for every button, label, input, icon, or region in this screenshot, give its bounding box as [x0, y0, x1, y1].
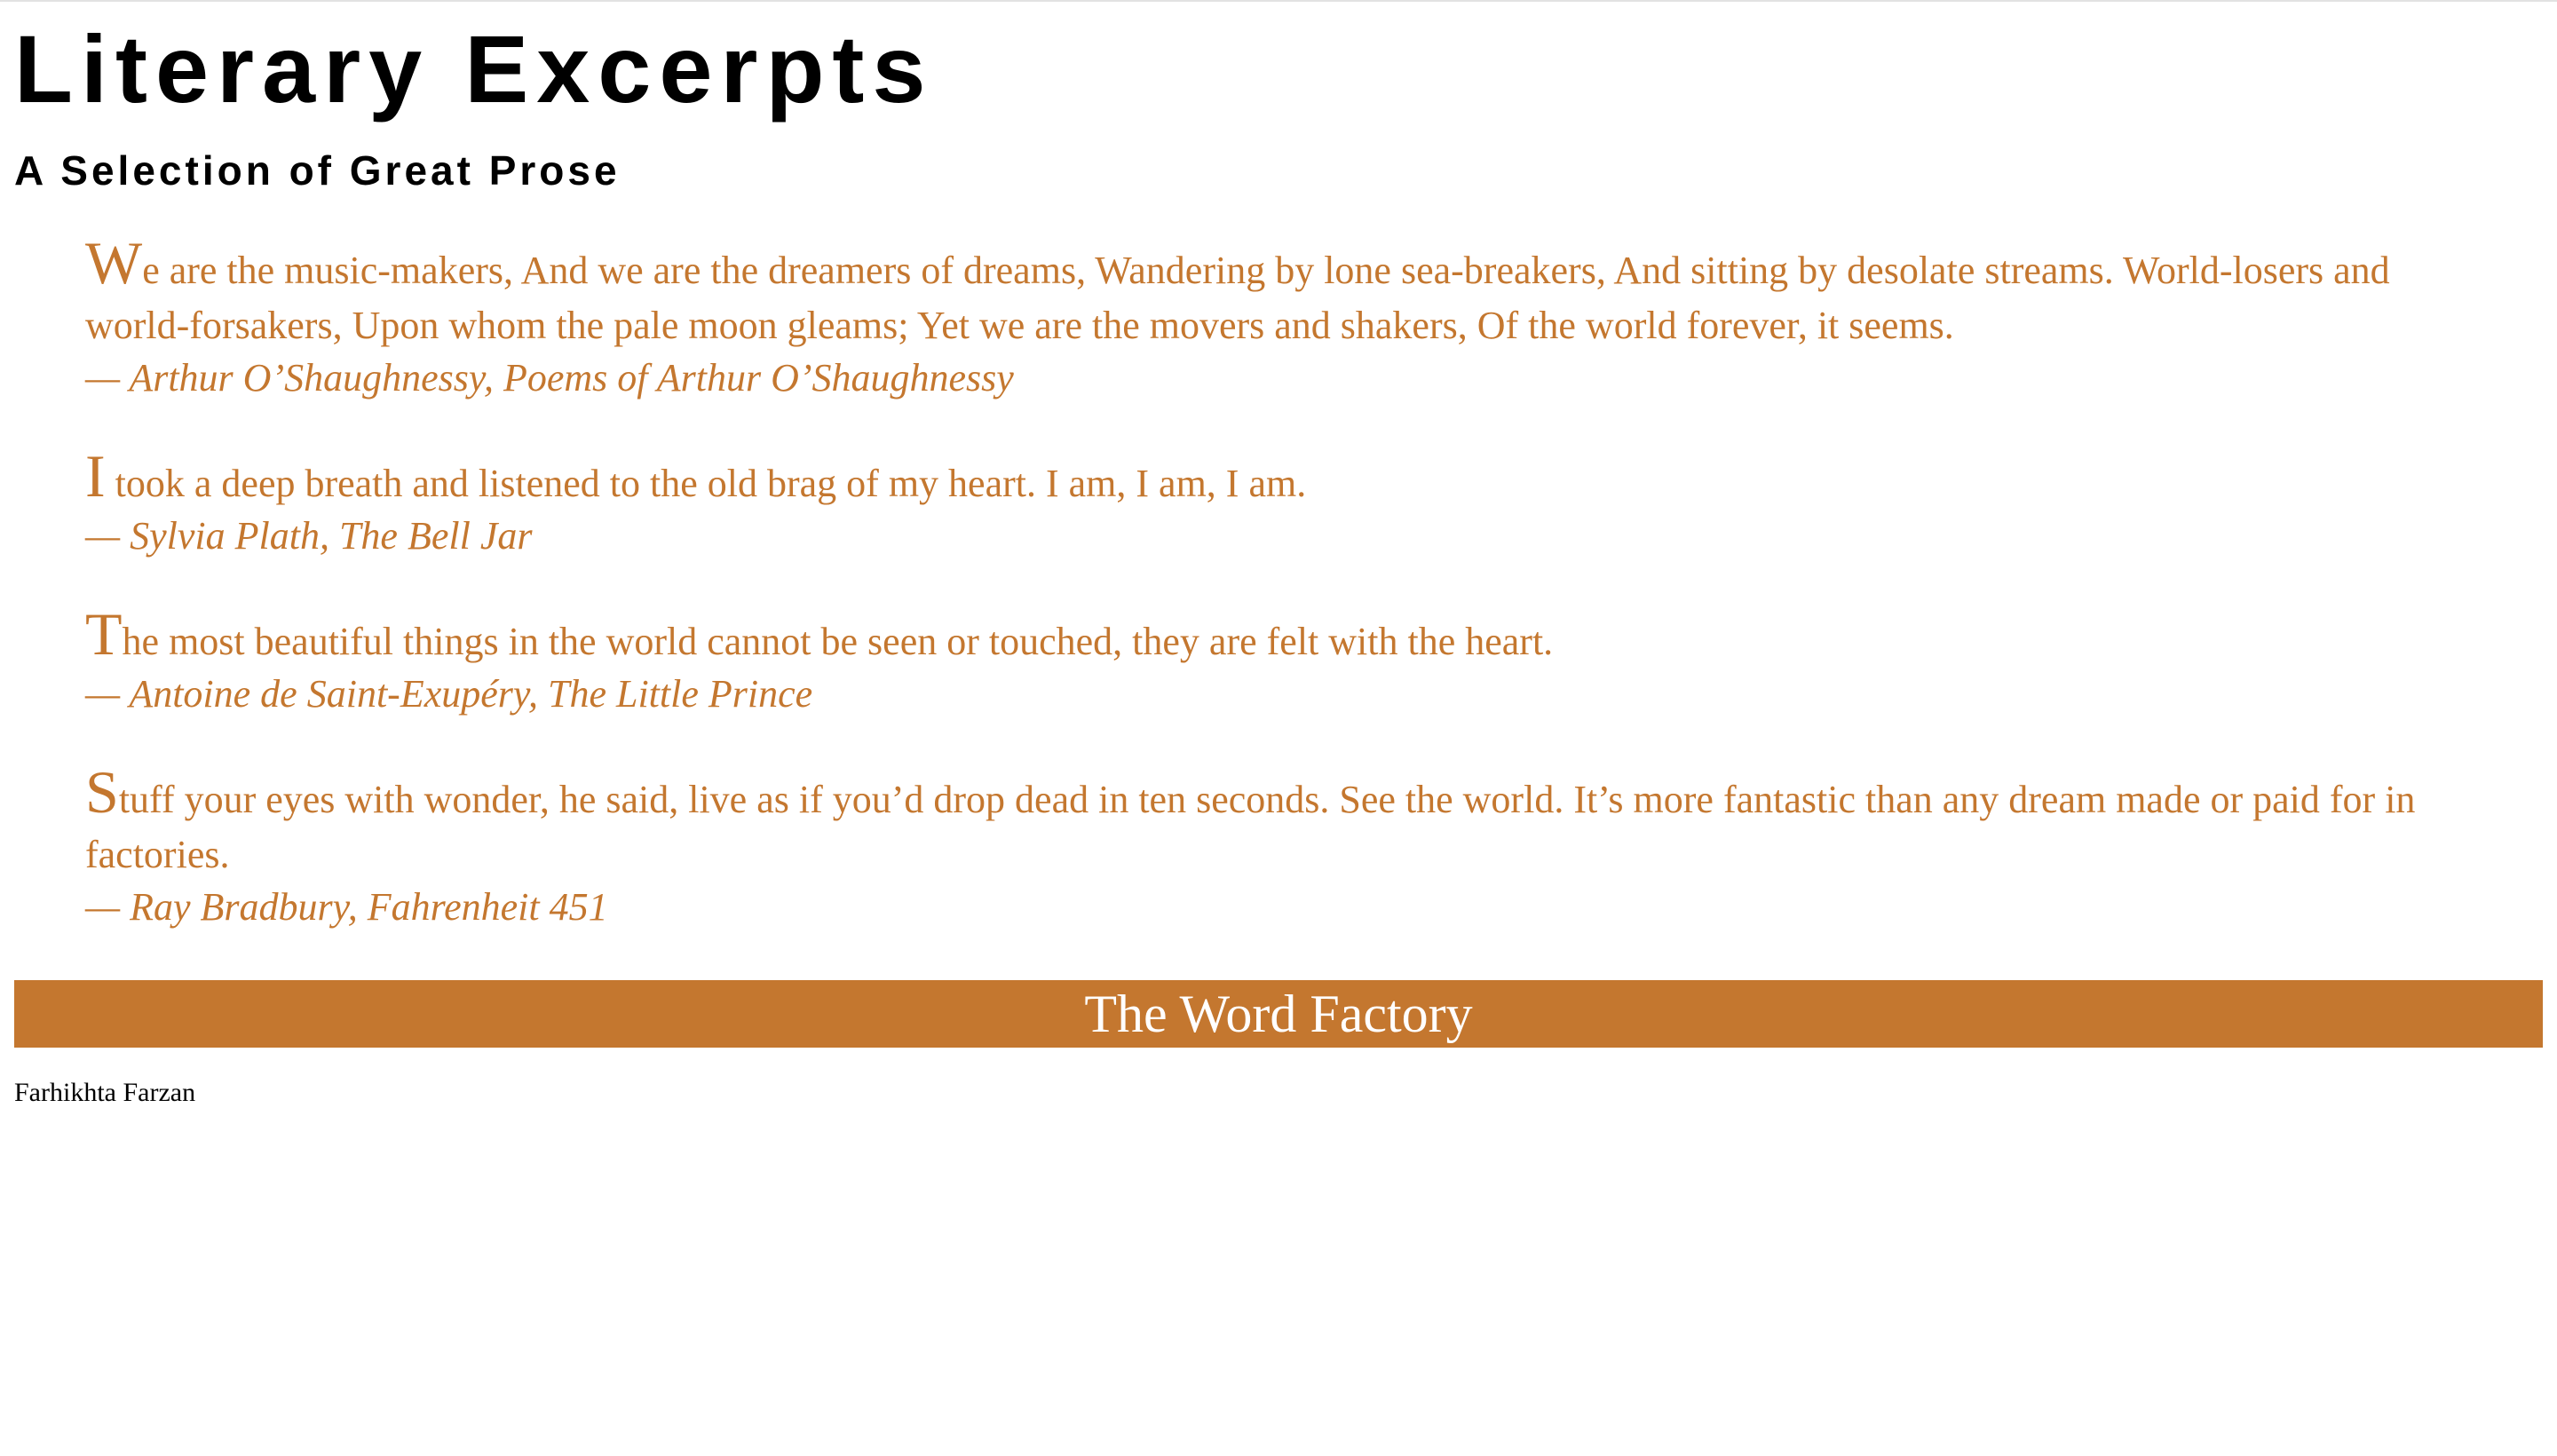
quote-list: We are the music-makers, And we are the …	[14, 233, 2543, 932]
banner-text: The Word Factory	[1084, 984, 1473, 1043]
quote-body: he most beautiful things in the world ca…	[122, 620, 1554, 663]
quote-block: We are the music-makers, And we are the …	[85, 233, 2445, 403]
quote-text: Stuff your eyes with wonder, he said, li…	[85, 762, 2445, 882]
quote-body: e are the music-makers, And we are the d…	[85, 249, 2390, 347]
page-subtitle: A Selection of Great Prose	[14, 147, 621, 194]
quote-attribution: — Ray Bradbury, Fahrenheit 451	[85, 885, 608, 929]
author-credit: Farhikhta Farzan	[14, 1078, 196, 1107]
quote-attribution: — Antoine de Saint-Exupéry, The Little P…	[85, 672, 813, 716]
page-title: Literary Excerpts	[14, 15, 934, 123]
page: Literary Excerpts A Selection of Great P…	[0, 16, 2557, 1108]
quote-block: The most beautiful things in the world c…	[85, 604, 2445, 719]
quote-drop-cap: W	[85, 229, 143, 297]
quote-text: The most beautiful things in the world c…	[85, 604, 2445, 669]
quote-block: Stuff your eyes with wonder, he said, li…	[85, 762, 2445, 932]
quote-attribution: — Sylvia Plath, The Bell Jar	[85, 514, 533, 558]
quote-drop-cap: I	[85, 442, 106, 510]
quote-body: took a deep breath and listened to the o…	[105, 462, 1307, 505]
quote-attribution: — Arthur O’Shaughnessy, Poems of Arthur …	[85, 356, 1014, 400]
quote-drop-cap: S	[85, 758, 119, 826]
quote-block: I took a deep breath and listened to the…	[85, 446, 2445, 561]
quote-text: I took a deep breath and listened to the…	[85, 446, 2445, 511]
quote-drop-cap: T	[85, 600, 123, 668]
quote-body: tuff your eyes with wonder, he said, liv…	[85, 778, 2416, 876]
footer-banner: The Word Factory	[14, 980, 2543, 1048]
quote-text: We are the music-makers, And we are the …	[85, 233, 2445, 353]
